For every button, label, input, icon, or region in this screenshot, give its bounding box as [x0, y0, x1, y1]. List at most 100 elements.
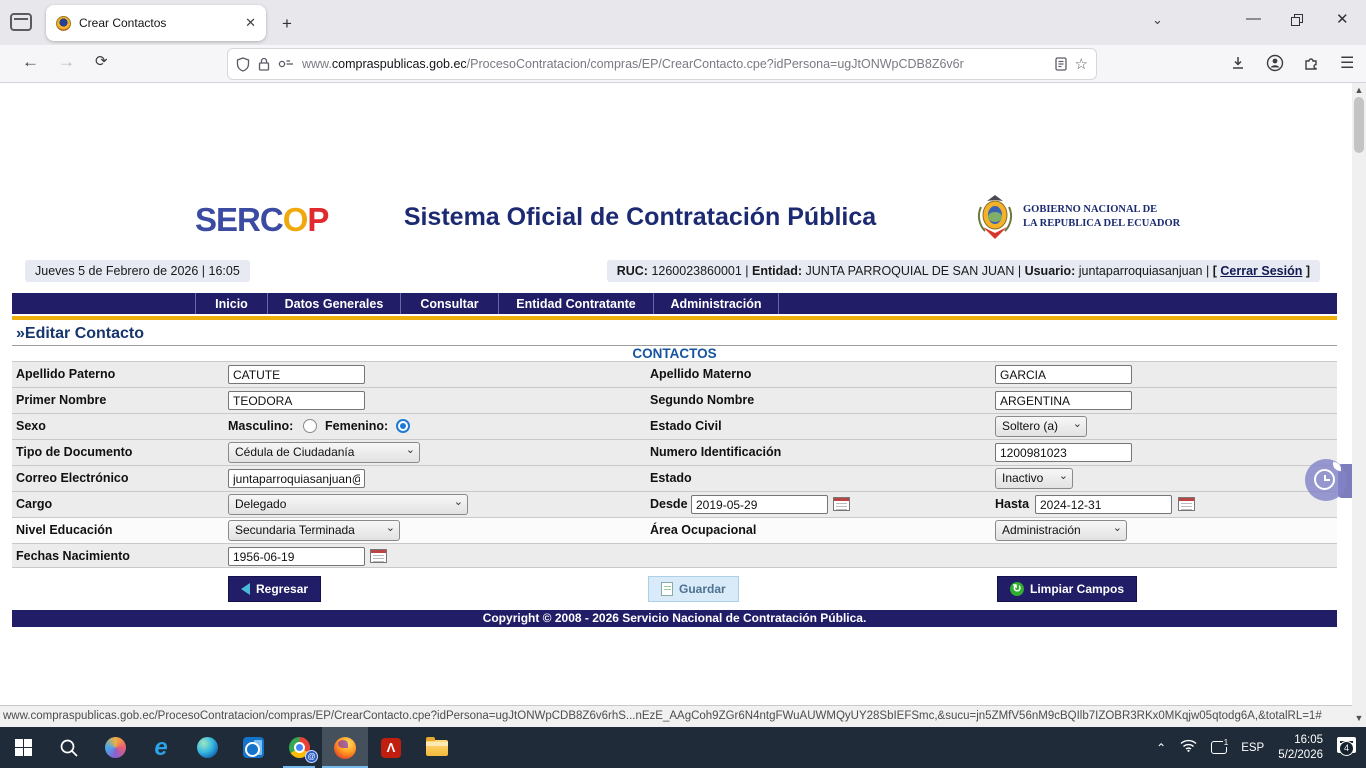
browser-tab[interactable]: Crear Contactos ✕ [46, 5, 266, 41]
taskbar-outlook-icon[interactable] [230, 727, 276, 768]
apellido-paterno-input[interactable] [228, 365, 365, 384]
nav-item-datos-generales[interactable]: Datos Generales [267, 293, 400, 314]
field-label: Estado Civil [650, 419, 722, 433]
taskbar-copilot-icon[interactable] [92, 727, 138, 768]
estado-select[interactable]: Inactivo [995, 468, 1073, 489]
regresar-button[interactable]: Regresar [228, 576, 321, 602]
new-tab-button[interactable]: + [282, 14, 292, 34]
scroll-down-icon[interactable]: ▼ [1352, 713, 1366, 723]
taskbar-search-icon[interactable] [46, 727, 92, 768]
tab-list-chevron-icon[interactable]: ⌄ [1152, 12, 1163, 28]
user-value: juntaparroquiasanjuan [1079, 264, 1203, 278]
desde-label: Desde [650, 497, 688, 511]
scroll-thumb[interactable] [1354, 97, 1364, 153]
tab-close-icon[interactable]: ✕ [245, 15, 256, 31]
session-bar: RUC: 1260023860001 | Entidad: JUNTA PARR… [607, 260, 1320, 282]
taskbar-chrome-icon[interactable]: @ [276, 727, 322, 768]
taskbar-time: 16:05 [1278, 733, 1323, 747]
masculino-label: Masculino: [228, 419, 293, 433]
field-label: Cargo [16, 497, 52, 511]
nav-item-administracion[interactable]: Administración [653, 293, 779, 314]
area-ocupacional-select[interactable]: Administración [995, 520, 1127, 541]
hasta-calendar-icon[interactable] [1178, 497, 1195, 511]
scrollbar[interactable]: ▲ ▼ [1352, 83, 1366, 727]
desde-input[interactable] [691, 495, 828, 514]
ruc-value: 1260023860001 [651, 264, 741, 278]
display-icon[interactable] [1211, 741, 1227, 754]
downloads-icon[interactable] [1230, 55, 1246, 76]
ruc-label: RUC: [617, 264, 648, 278]
permissions-icon[interactable] [278, 59, 294, 69]
reader-mode-icon[interactable] [1055, 57, 1067, 71]
bookmark-star-icon[interactable]: ☆ [1075, 55, 1088, 73]
field-label: Área Ocupacional [650, 523, 756, 537]
forward-button[interactable]: → [58, 52, 75, 72]
back-button[interactable]: ← [22, 52, 39, 72]
femenino-label: Femenino: [325, 419, 388, 433]
limpiar-campos-button[interactable]: ↻ Limpiar Campos [997, 576, 1137, 602]
form-row: Sexo Masculino: Femenino: Estado Civil S… [12, 413, 1337, 439]
gov-text-line2: LA REPUBLICA DEL ECUADOR [1023, 217, 1180, 231]
nav-item-inicio[interactable]: Inicio [195, 293, 267, 314]
notification-center-icon[interactable]: 4 [1337, 737, 1356, 758]
segundo-nombre-input[interactable] [995, 391, 1132, 410]
taskbar-acrobat-icon[interactable]: Λ [368, 727, 414, 768]
shield-icon[interactable] [236, 57, 250, 72]
gold-strip [12, 316, 1337, 320]
numero-identificacion-input[interactable] [995, 443, 1132, 462]
session-timer-icon[interactable] [1305, 459, 1347, 501]
form-row: Fechas Nacimiento [12, 543, 1337, 568]
logout-link[interactable]: Cerrar Sesión [1220, 264, 1302, 278]
estado-civil-select[interactable]: Soltero (a) [995, 416, 1087, 437]
window-close-button[interactable]: ✕ [1336, 10, 1349, 28]
save-icon [661, 582, 673, 596]
taskbar-clock[interactable]: 16:05 5/2/2026 [1278, 733, 1323, 762]
guardar-button[interactable]: Guardar [648, 576, 739, 602]
correo-input[interactable] [228, 469, 365, 488]
form-row: Nivel Educación Secundaria Terminada Áre… [12, 517, 1337, 543]
lock-icon[interactable] [258, 57, 270, 71]
start-button[interactable] [0, 727, 46, 768]
tray-chevron-icon[interactable]: ⌃ [1156, 741, 1166, 755]
reload-button[interactable]: ⟳ [95, 52, 108, 70]
taskbar-firefox-icon[interactable] [322, 727, 368, 768]
back-arrow-icon [241, 583, 250, 595]
url-bar[interactable]: www.compraspublicas.gob.ec/ProcesoContra… [228, 49, 1096, 79]
section-heading: »Editar Contacto [16, 325, 144, 343]
browser-titlebar: Crear Contactos ✕ + ⌄ — ✕ [0, 0, 1366, 45]
account-icon[interactable] [1266, 54, 1284, 77]
menu-hamburger-icon[interactable]: ☰ [1340, 53, 1354, 73]
primer-nombre-input[interactable] [228, 391, 365, 410]
fecha-nacimiento-input[interactable] [228, 547, 365, 566]
field-label: Numero Identificación [650, 445, 781, 459]
nav-item-consultar[interactable]: Consultar [400, 293, 498, 314]
government-logo: GOBIERNO NACIONAL DE LA REPUBLICA DEL EC… [975, 191, 1205, 243]
taskbar-ie-icon[interactable]: e [138, 727, 184, 768]
scroll-up-icon[interactable]: ▲ [1352, 85, 1366, 95]
taskbar-edge-icon[interactable] [184, 727, 230, 768]
entity-value: JUNTA PARROQUIAL DE SAN JUAN [806, 264, 1015, 278]
nav-item-entidad-contratante[interactable]: Entidad Contratante [498, 293, 653, 314]
window-restore-button[interactable] [1291, 14, 1302, 25]
tab-title: Crear Contactos [79, 16, 237, 30]
masculino-radio[interactable] [303, 419, 317, 433]
fecha-nacimiento-calendar-icon[interactable] [370, 549, 387, 563]
firefox-view-icon[interactable] [10, 13, 32, 31]
nivel-educacion-select[interactable]: Secundaria Terminada [228, 520, 400, 541]
extensions-icon[interactable] [1303, 55, 1319, 76]
language-indicator[interactable]: ESP [1241, 742, 1264, 754]
cargo-select[interactable]: Delegado [228, 494, 468, 515]
apellido-materno-input[interactable] [995, 365, 1132, 384]
taskbar-date: 5/2/2026 [1278, 748, 1323, 762]
tipo-documento-select[interactable]: Cédula de Ciudadanía [228, 442, 420, 463]
wifi-icon[interactable] [1180, 739, 1197, 757]
taskbar-explorer-icon[interactable] [414, 727, 460, 768]
femenino-radio[interactable] [396, 419, 410, 433]
form-row: Apellido Paterno Apellido Materno [12, 361, 1337, 387]
window-minimize-button[interactable]: — [1246, 10, 1261, 27]
desde-calendar-icon[interactable] [833, 497, 850, 511]
hasta-input[interactable] [1035, 495, 1172, 514]
field-label: Estado [650, 471, 692, 485]
field-label: Nivel Educación [16, 523, 113, 537]
field-label: Tipo de Documento [16, 445, 132, 459]
